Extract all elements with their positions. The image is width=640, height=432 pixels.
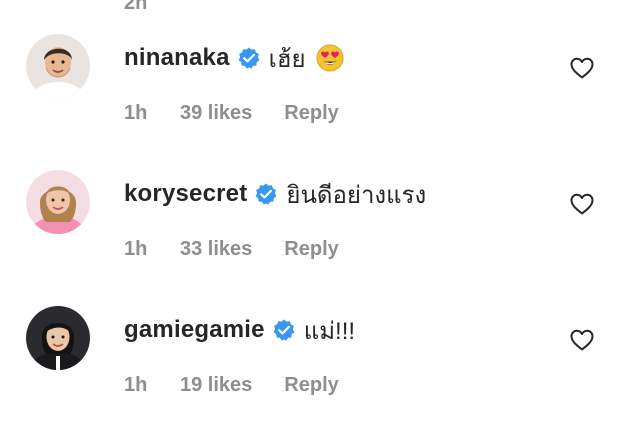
- likes-count-link[interactable]: 19 likes: [180, 374, 252, 397]
- heart-outline-icon[interactable]: [568, 190, 596, 218]
- comment-text: ยินดีอย่างแรง: [286, 181, 427, 209]
- comment-time[interactable]: 1h: [124, 102, 180, 125]
- comment-time[interactable]: 1h: [124, 238, 180, 261]
- comment-text: เฮ้ย: [268, 45, 306, 73]
- avatar[interactable]: [26, 170, 90, 234]
- comment-time[interactable]: 1h: [124, 374, 180, 397]
- heart-outline-icon[interactable]: [568, 326, 596, 354]
- heart-outline-icon[interactable]: [568, 54, 596, 82]
- avatar[interactable]: [26, 306, 90, 370]
- username-link[interactable]: ninanaka: [124, 44, 230, 72]
- comment-line: ninanaka เฮ้ย: [124, 38, 344, 78]
- avatar-image-ninanaka: [26, 34, 90, 98]
- comment-text: แม่!!!: [303, 317, 356, 345]
- comment-line: gamiegamie แม่!!!: [124, 310, 355, 350]
- username-link[interactable]: korysecret: [124, 180, 247, 208]
- likes-count-link[interactable]: 39 likes: [180, 102, 252, 125]
- comment-item: ninanaka เฮ้ย 1h 39 likes Reply: [0, 22, 640, 158]
- username-link[interactable]: gamiegamie: [124, 316, 265, 344]
- reply-button[interactable]: Reply: [284, 102, 338, 125]
- comment-meta: 1h 33 likes Reply: [124, 234, 339, 264]
- previous-comment-time: 2h: [124, 0, 148, 14]
- reply-button[interactable]: Reply: [284, 374, 338, 397]
- comment-meta: 1h 39 likes Reply: [124, 98, 339, 128]
- comment-item: gamiegamie แม่!!! 1h 19 likes Reply: [0, 294, 640, 430]
- verified-badge-icon: [254, 182, 278, 206]
- comment-meta: 1h 19 likes Reply: [124, 370, 339, 400]
- heart-eyes-emoji-icon: [316, 44, 344, 72]
- likes-count-link[interactable]: 33 likes: [180, 238, 252, 261]
- avatar[interactable]: [26, 34, 90, 98]
- verified-badge-icon: [272, 318, 296, 342]
- comment-item: korysecret ยินดีอย่างแรง 1h 33 likes Rep…: [0, 158, 640, 294]
- avatar-image-korysecret: [26, 170, 90, 234]
- verified-badge-icon: [237, 46, 261, 70]
- comment-line: korysecret ยินดีอย่างแรง: [124, 174, 426, 214]
- avatar-image-gamiegamie: [26, 306, 90, 370]
- reply-button[interactable]: Reply: [284, 238, 338, 261]
